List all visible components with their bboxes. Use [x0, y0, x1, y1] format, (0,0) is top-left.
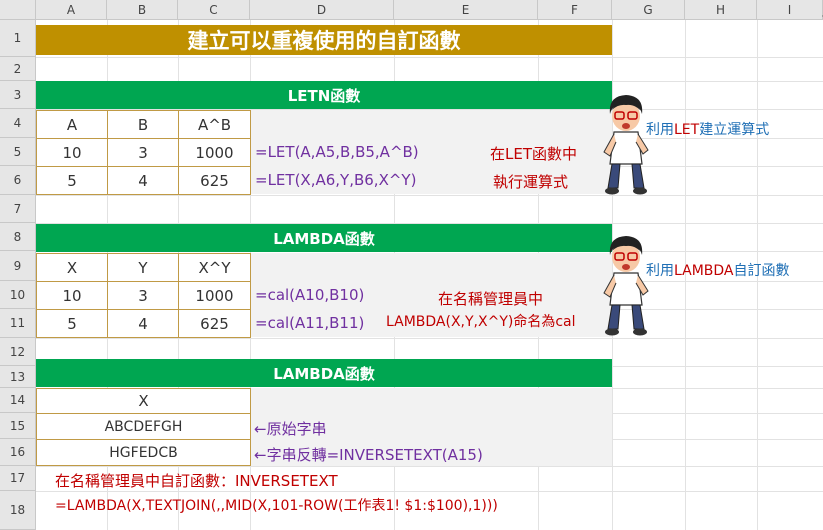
row-header-6[interactable]: 6	[0, 166, 36, 195]
s1-cell-a5[interactable]: 10	[36, 138, 108, 167]
s2-cell-a10[interactable]: 10	[36, 281, 108, 310]
title-banner[interactable]: 建立可以重複使用的自訂函數	[36, 25, 612, 55]
row-header-15[interactable]: 15	[0, 413, 36, 439]
s2-formula-2[interactable]: =cal(A11,B11)	[255, 314, 364, 332]
gridline-horizontal	[36, 195, 823, 196]
s1-side-highlight: LET	[674, 122, 700, 138]
row-header-4[interactable]: 4	[0, 109, 36, 138]
column-header-a[interactable]: A	[36, 0, 107, 20]
row-header-2[interactable]: 2	[0, 57, 36, 81]
row-header-9[interactable]: 9	[0, 251, 36, 281]
gridline-horizontal	[36, 491, 823, 492]
section2-banner[interactable]: LAMBDA函數	[36, 224, 612, 252]
column-header-h[interactable]: H	[685, 0, 757, 20]
row-header-10[interactable]: 10	[0, 281, 36, 309]
s2-formula-1[interactable]: =cal(A10,B10)	[255, 286, 364, 304]
column-header-g[interactable]: G	[612, 0, 685, 20]
s1-note-2: 執行運算式	[493, 173, 569, 191]
s2-cell-b10[interactable]: 3	[107, 281, 179, 310]
gridline-horizontal	[36, 466, 823, 467]
column-header-b[interactable]: B	[107, 0, 178, 20]
s2-cell-c11[interactable]: 625	[178, 309, 251, 338]
spreadsheet: ABCDEFGHIJ 123456789101112131415161718 建…	[0, 0, 823, 530]
s1-header-c[interactable]: A^B	[178, 110, 251, 139]
footer-line-1[interactable]: 在名稱管理員中自訂函數：INVERSETEXT	[55, 470, 338, 491]
gridline-horizontal	[36, 57, 823, 58]
s1-side-label: 利用LET建立運算式	[646, 119, 769, 139]
row-header-11[interactable]: 11	[0, 309, 36, 338]
s1-formula-1[interactable]: =LET(A,A5,B,B5,A^B)	[255, 143, 419, 161]
section1-banner[interactable]: LETN函數	[36, 81, 612, 109]
column-header-f[interactable]: F	[538, 0, 612, 20]
column-header-c[interactable]: C	[178, 0, 250, 20]
row-header-13[interactable]: 13	[0, 366, 36, 388]
s1-cell-b6[interactable]: 4	[107, 166, 179, 195]
s1-side-suffix: 建立運算式	[699, 122, 770, 138]
s2-header-b[interactable]: Y	[107, 253, 179, 282]
s1-cell-c6[interactable]: 625	[178, 166, 251, 195]
row-header-1[interactable]: 1	[0, 20, 36, 57]
s2-note-1: 在名稱管理員中	[438, 290, 544, 308]
s2-header-c[interactable]: X^Y	[178, 253, 251, 282]
gridline-horizontal	[36, 338, 823, 339]
s1-note-1: 在LET函數中	[490, 145, 577, 163]
s1-header-a[interactable]: A	[36, 110, 108, 139]
s1-cell-a6[interactable]: 5	[36, 166, 108, 195]
column-header-e[interactable]: E	[394, 0, 538, 20]
s2-side-suffix: 自訂函數	[733, 263, 790, 279]
s2-cell-c10[interactable]: 1000	[178, 281, 251, 310]
s2-side-highlight: LAMBDA	[674, 263, 734, 279]
row-header-12[interactable]: 12	[0, 338, 36, 366]
row-header-5[interactable]: 5	[0, 138, 36, 166]
s2-note-2: LAMBDA(X,Y,X^Y)命名為cal	[386, 314, 576, 330]
s1-cell-c5[interactable]: 1000	[178, 138, 251, 167]
s3-header-x[interactable]: X	[36, 388, 251, 414]
s1-cell-b5[interactable]: 3	[107, 138, 179, 167]
row-header-3[interactable]: 3	[0, 81, 36, 109]
row-header-14[interactable]: 14	[0, 388, 36, 413]
row-header-18[interactable]: 18	[0, 491, 36, 530]
s2-cell-a11[interactable]: 5	[36, 309, 108, 338]
footer-line-2[interactable]: =LAMBDA(X,TEXTJOIN(,,MID(X,101-ROW(工作表1!…	[55, 495, 498, 515]
column-header-i[interactable]: I	[757, 0, 823, 20]
section3-banner[interactable]: LAMBDA函數	[36, 359, 612, 387]
s3-note-1: ←原始字串	[254, 420, 327, 438]
s3-note-2: ←字串反轉=INVERSETEXT(A15)	[254, 446, 483, 464]
cartoon-boy-icon-2	[603, 236, 649, 336]
row-header-7[interactable]: 7	[0, 195, 36, 223]
select-all-corner[interactable]	[0, 0, 36, 20]
s3-cell-a15[interactable]: ABCDEFGH	[36, 413, 251, 440]
s1-formula-2[interactable]: =LET(X,A6,Y,B6,X^Y)	[255, 171, 416, 189]
s2-side-label: 利用LAMBDA自訂函數	[646, 260, 790, 280]
column-header-d[interactable]: D	[250, 0, 394, 20]
s2-cell-b11[interactable]: 4	[107, 309, 179, 338]
s2-header-a[interactable]: X	[36, 253, 108, 282]
s1-header-b[interactable]: B	[107, 110, 179, 139]
cartoon-boy-icon	[603, 95, 649, 195]
row-header-16[interactable]: 16	[0, 439, 36, 466]
s3-cell-a16[interactable]: HGFEDCB	[36, 439, 251, 466]
row-header-8[interactable]: 8	[0, 223, 36, 251]
row-header-17[interactable]: 17	[0, 466, 36, 491]
